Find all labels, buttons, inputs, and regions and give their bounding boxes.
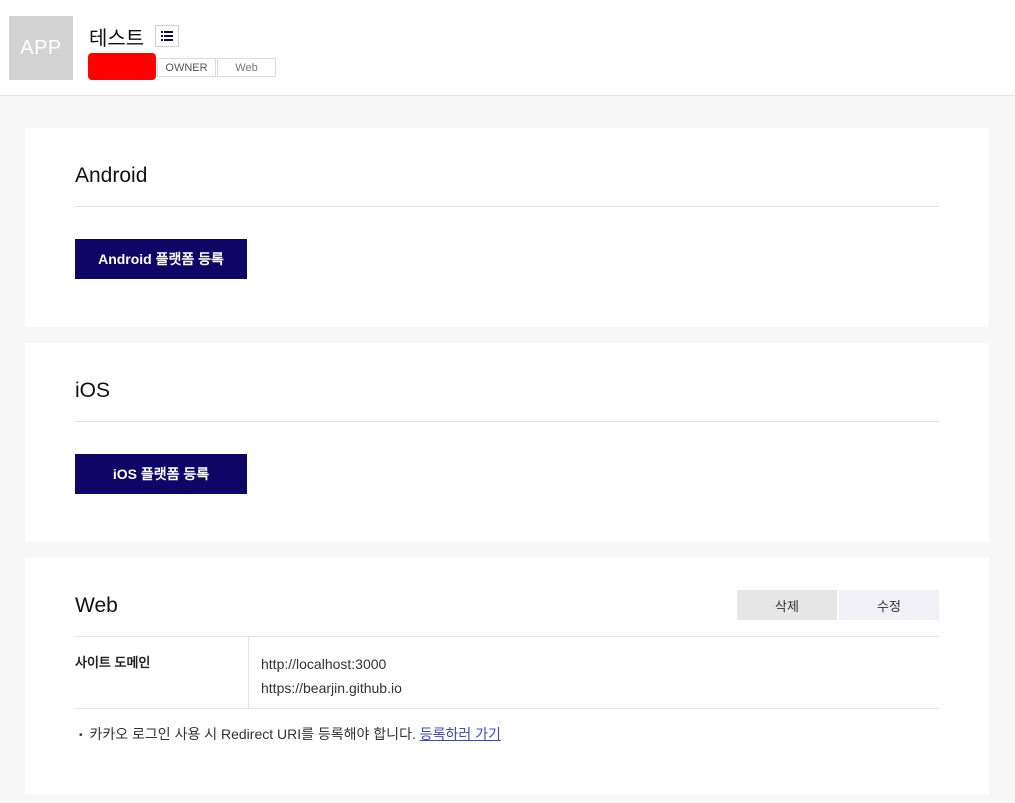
- app-list-button[interactable]: [155, 25, 179, 47]
- android-card: Android Android 플랫폼 등록: [25, 128, 989, 327]
- ios-card: iOS iOS 플랫폼 등록: [25, 343, 989, 542]
- column-divider: [248, 637, 249, 709]
- divider: [75, 206, 939, 207]
- ios-title: iOS: [75, 379, 111, 402]
- register-redirect-link[interactable]: 등록하러 가기: [420, 726, 501, 742]
- redirect-uri-notice: • 카카오 로그인 사용 시 Redirect URI를 등록해야 합니다. 등록…: [79, 724, 501, 744]
- site-domain-row: 사이트 도메인 http://localhost:3000 https://be…: [75, 637, 939, 709]
- app-name: 테스트: [89, 28, 145, 50]
- delete-button[interactable]: 삭제: [737, 590, 837, 620]
- site-domain-list: http://localhost:3000 https://bearjin.gi…: [261, 652, 402, 700]
- app-thumbnail: APP: [9, 16, 73, 80]
- android-register-button[interactable]: Android 플랫폼 등록: [75, 239, 247, 279]
- site-domain-item: https://bearjin.github.io: [261, 680, 402, 696]
- web-card: Web 삭제 수정 사이트 도메인 http://localhost:3000 …: [25, 558, 989, 794]
- web-title: Web: [75, 594, 118, 617]
- role-tag: OWNER: [157, 58, 216, 77]
- platform-tag: Web: [217, 58, 276, 77]
- list-icon: [161, 31, 173, 41]
- notice-text: 카카오 로그인 사용 시 Redirect URI를 등록해야 합니다.: [89, 726, 416, 742]
- app-header: APP 테스트 OWNER Web: [0, 0, 1015, 96]
- site-domain-item: http://localhost:3000: [261, 656, 387, 672]
- site-domain-label: 사이트 도메인: [75, 655, 151, 670]
- bullet-icon: •: [79, 730, 83, 741]
- ios-register-button[interactable]: iOS 플랫폼 등록: [75, 454, 247, 494]
- divider: [75, 421, 939, 422]
- android-title: Android: [75, 164, 148, 187]
- app-id-redacted: [88, 53, 156, 80]
- edit-button[interactable]: 수정: [839, 590, 939, 620]
